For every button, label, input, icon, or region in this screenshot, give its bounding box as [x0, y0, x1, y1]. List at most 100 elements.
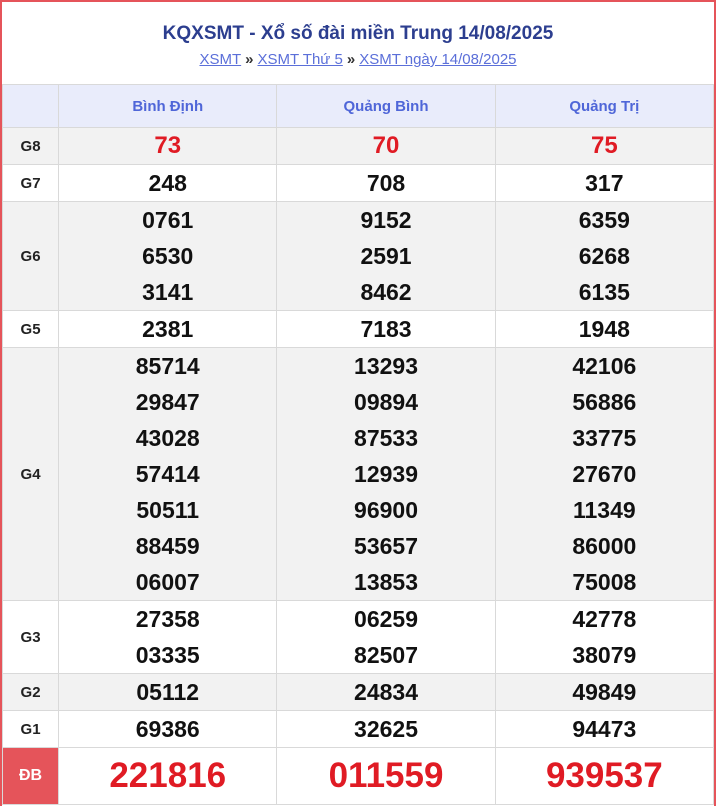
prize-number: 7183 — [360, 316, 412, 342]
breadcrumb: XSMT» XSMT Thứ 5» XSMT ngày 14/08/2025 — [2, 50, 714, 70]
prize-number: 0761 — [142, 207, 194, 233]
prize-number: 6530 — [142, 243, 194, 269]
breadcrumb-link-xsmt-thu5[interactable]: XSMT Thứ 5 — [257, 51, 342, 68]
prize-number: 33775 — [572, 425, 637, 451]
prize-number: 06259 — [354, 606, 418, 632]
prize-number: 24834 — [354, 679, 418, 705]
prize-number: 6268 — [578, 243, 630, 269]
prize-cell: 9152 2591 8462 — [276, 201, 496, 311]
prize-number: 82507 — [354, 642, 418, 668]
prize-label: G6 — [1, 201, 60, 311]
prize-cell: 69386 — [58, 710, 278, 748]
special-prize-row: ĐB 221816 011559 939537 — [1, 747, 715, 805]
province-header-quang-tri[interactable]: Quảng Trị — [494, 84, 715, 128]
prize-cell: 75 — [494, 127, 715, 165]
breadcrumb-separator: » — [346, 51, 356, 68]
corner-cell — [1, 84, 60, 128]
prize-number: 2591 — [360, 243, 412, 269]
breadcrumb-separator: » — [245, 51, 254, 68]
prize-number: 708 — [366, 170, 406, 196]
prize-cell: 85714 29847 43028 57414 50511 88459 06007 — [58, 347, 278, 601]
prize-row-g5: G5 2381 7183 1948 — [1, 310, 715, 348]
prize-cell: 0761 6530 3141 — [58, 201, 278, 311]
prize-cell: 70 — [276, 127, 496, 165]
prize-row-g8: G8 73 70 75 — [1, 127, 715, 165]
results-panel: KQXSMT - Xổ số đài miền Trung 14/08/2025… — [0, 0, 716, 806]
prize-number: 13293 — [354, 353, 418, 379]
prize-number: 87533 — [354, 425, 418, 451]
prize-label: G5 — [1, 310, 60, 348]
prize-number: 94473 — [572, 716, 637, 742]
prize-cell: 27358 03335 — [58, 600, 278, 674]
prize-cell: 13293 09894 87533 12939 96900 53657 13853 — [276, 347, 496, 601]
prize-number: 6359 — [578, 207, 630, 233]
province-header-quang-binh[interactable]: Quảng Bình — [276, 84, 496, 128]
prize-number: 50511 — [136, 497, 200, 523]
prize-number: 248 — [148, 170, 187, 196]
prize-row-g3: G3 27358 03335 06259 82507 42778 38079 — [1, 600, 715, 674]
prize-number: 06007 — [135, 569, 200, 595]
special-prize-number: 221816 — [58, 747, 278, 805]
prize-cell: 24834 — [276, 673, 496, 711]
prize-label: G7 — [1, 164, 60, 202]
breadcrumb-link-xsmt[interactable]: XSMT — [199, 51, 241, 68]
prize-number: 57414 — [135, 461, 200, 487]
prize-cell: 32625 — [276, 710, 496, 748]
prize-number: 56886 — [572, 389, 637, 415]
prize-number: 73 — [154, 132, 182, 159]
prize-cell: 1948 — [494, 310, 715, 348]
prize-number: 49849 — [572, 679, 637, 705]
prize-number: 09894 — [354, 389, 418, 415]
prize-label: G8 — [1, 127, 60, 165]
province-header-row: Bình Định Quảng Bình Quảng Trị — [1, 84, 715, 128]
prize-label: G1 — [1, 710, 60, 748]
prize-number: 69386 — [135, 716, 200, 742]
prize-row-g2: G2 05112 24834 49849 — [1, 673, 715, 711]
prize-number: 05112 — [136, 679, 200, 705]
prize-cell: 49849 — [494, 673, 715, 711]
special-prize-number: 011559 — [276, 747, 496, 805]
prize-label: G3 — [1, 600, 60, 674]
prize-label: G2 — [1, 673, 60, 711]
prize-number: 96900 — [354, 497, 418, 523]
prize-number: 29847 — [135, 389, 200, 415]
prize-cell: 317 — [494, 164, 715, 202]
prize-number: 27358 — [135, 606, 200, 632]
prize-cell: 7183 — [276, 310, 496, 348]
special-prize-number: 939537 — [494, 747, 715, 805]
results-header: KQXSMT - Xổ số đài miền Trung 14/08/2025… — [2, 2, 714, 84]
prize-cell: 94473 — [494, 710, 715, 748]
prize-number: 86000 — [572, 533, 637, 559]
prize-number: 11349 — [572, 497, 636, 523]
prize-row-g6: G6 0761 6530 3141 9152 2591 8462 6359 6268 6135 — [1, 201, 715, 311]
prize-number: 38079 — [572, 642, 637, 668]
prize-number: 317 — [585, 170, 624, 196]
prize-cell: 06259 82507 — [276, 600, 496, 674]
prize-number: 3141 — [142, 279, 194, 305]
prize-number: 32625 — [354, 716, 418, 742]
prize-row-g1: G1 69386 32625 94473 — [1, 710, 715, 748]
prize-number: 12939 — [354, 461, 418, 487]
prize-number: 75 — [590, 132, 618, 159]
prize-number: 13853 — [354, 569, 418, 595]
prize-number: 03335 — [135, 642, 200, 668]
province-header-binh-dinh[interactable]: Bình Định — [58, 84, 278, 128]
prize-cell: 248 — [58, 164, 278, 202]
prize-cell: 42106 56886 33775 27670 11349 86000 75008 — [494, 347, 715, 601]
prize-cell: 6359 6268 6135 — [494, 201, 715, 311]
prize-label-db: ĐB — [1, 747, 60, 805]
breadcrumb-link-xsmt-date[interactable]: XSMT ngày 14/08/2025 — [359, 51, 516, 68]
prize-number: 1948 — [578, 316, 630, 342]
prize-number: 9152 — [360, 207, 412, 233]
prize-cell: 73 — [58, 127, 278, 165]
results-table: Bình Định Quảng Bình Quảng Trị G8 73 70 75 G… — [1, 84, 715, 805]
prize-number: 85714 — [135, 353, 200, 379]
prize-cell: 2381 — [58, 310, 278, 348]
prize-cell: 05112 — [58, 673, 278, 711]
prize-number: 27670 — [572, 461, 637, 487]
prize-cell: 708 — [276, 164, 496, 202]
prize-label: G4 — [1, 347, 60, 601]
prize-number: 53657 — [354, 533, 418, 559]
prize-number: 43028 — [135, 425, 200, 451]
prize-number: 2381 — [142, 316, 194, 342]
